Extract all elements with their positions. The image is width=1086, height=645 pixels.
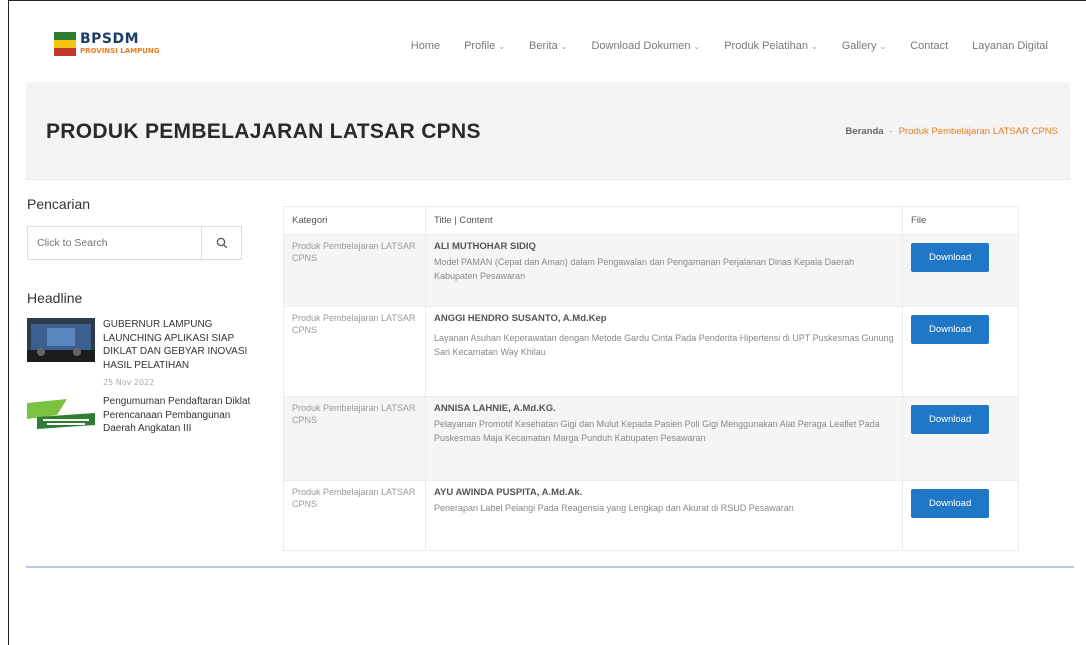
table-row: Produk Pembelajaran LATSAR CPNS AYU AWIN… bbox=[283, 480, 1019, 551]
table-row: Produk Pembelajaran LATSAR CPNS ANGGI HE… bbox=[283, 306, 1019, 397]
row-title: ANGGI HENDRO SUSANTO, A.Md.Kep bbox=[434, 313, 607, 324]
product-table: Kategori Title | Content File Produk Pem… bbox=[283, 206, 1019, 566]
top-navbar: BPSDM PROVINSI LAMPUNG Home Profile ⌄ Ber… bbox=[26, 8, 1070, 82]
news-date: 25 Nov 2022 bbox=[103, 378, 155, 387]
site-logo[interactable]: BPSDM PROVINSI LAMPUNG bbox=[54, 28, 160, 58]
nav-download-dokumen[interactable]: Download Dokumen ⌄ bbox=[579, 40, 712, 52]
nav-produk-pelatihan[interactable]: Produk Pelatihan ⌄ bbox=[712, 40, 829, 52]
search-box bbox=[27, 226, 242, 260]
viewport-bottom-edge bbox=[26, 566, 1074, 568]
nav-home[interactable]: Home bbox=[399, 40, 452, 52]
breadcrumb: Beranda - Produk Pembelajaran LATSAR CPN… bbox=[846, 126, 1058, 137]
download-button[interactable]: Download bbox=[911, 315, 990, 344]
row-content: Penerapan Label Pelangi Pada Reagensia y… bbox=[434, 503, 794, 513]
logo-title: BPSDM bbox=[80, 30, 140, 47]
row-title: AYU AWINDA PUSPITA, A.Md.Ak. bbox=[434, 487, 583, 498]
sidebar: Pencarian Headline GUBERNUR LAMPUNG LAUN… bbox=[27, 196, 257, 562]
page-header: PRODUK PEMBELAJARAN LATSAR CPNS Beranda … bbox=[26, 82, 1070, 180]
row-kategori: Produk Pembelajaran LATSAR CPNS bbox=[283, 306, 426, 397]
table-row: Produk Pembelajaran LATSAR CPNS ALI MUTH… bbox=[283, 234, 1019, 307]
download-button[interactable]: Download bbox=[911, 243, 990, 272]
row-title: ANNISA LAHNIE, A.Md.KG. bbox=[434, 403, 556, 414]
row-content: Pelayanan Promotif Kesehatan Gigi dan Mu… bbox=[434, 419, 880, 443]
nav-layanan-digital[interactable]: Layanan Digital bbox=[960, 40, 1060, 52]
row-kategori: Produk Pembelajaran LATSAR CPNS bbox=[283, 234, 426, 307]
search-input[interactable] bbox=[28, 227, 201, 259]
nav-contact[interactable]: Contact bbox=[898, 40, 960, 52]
nav-berita[interactable]: Berita ⌄ bbox=[517, 40, 579, 52]
breadcrumb-current: Produk Pembelajaran LATSAR CPNS bbox=[898, 126, 1058, 137]
news-item[interactable]: GUBERNUR LAMPUNG LAUNCHING APLIKASI SIAP… bbox=[27, 318, 257, 387]
col-header-file: File bbox=[902, 206, 1019, 235]
chevron-down-icon: ⌄ bbox=[693, 41, 701, 51]
chevron-down-icon: ⌄ bbox=[879, 41, 887, 51]
logo-subtitle: PROVINSI LAMPUNG bbox=[80, 46, 160, 55]
news-thumbnail bbox=[27, 395, 95, 439]
table-row: Produk Pembelajaran LATSAR CPNS ANNISA L… bbox=[283, 396, 1019, 481]
chevron-down-icon: ⌄ bbox=[560, 41, 568, 51]
row-kategori: Produk Pembelajaran LATSAR CPNS bbox=[283, 396, 426, 481]
news-title[interactable]: Pengumuman Pendaftaran Diklat Perencanaa… bbox=[103, 395, 257, 436]
col-header-kategori: Kategori bbox=[283, 206, 426, 235]
breadcrumb-separator: - bbox=[889, 126, 893, 137]
breadcrumb-home[interactable]: Beranda bbox=[846, 126, 884, 137]
main-nav: Home Profile ⌄ Berita ⌄ Download Dokumen ⌄ … bbox=[399, 40, 1060, 52]
nav-profile[interactable]: Profile ⌄ bbox=[452, 40, 517, 52]
col-header-title-content: Title | Content bbox=[425, 206, 903, 235]
chevron-down-icon: ⌄ bbox=[498, 41, 505, 51]
download-button[interactable]: Download bbox=[911, 405, 990, 434]
row-content: Layanan Asuhan Keperawatan dengan Metode… bbox=[434, 333, 894, 357]
download-button[interactable]: Download bbox=[911, 489, 990, 518]
search-button[interactable] bbox=[201, 227, 241, 259]
news-title[interactable]: GUBERNUR LAMPUNG LAUNCHING APLIKASI SIAP… bbox=[103, 318, 257, 372]
news-thumbnail bbox=[27, 318, 95, 362]
chevron-down-icon: ⌄ bbox=[810, 41, 818, 51]
page-title: PRODUK PEMBELAJARAN LATSAR CPNS bbox=[46, 120, 481, 143]
row-kategori: Produk Pembelajaran LATSAR CPNS bbox=[283, 480, 426, 551]
search-heading: Pencarian bbox=[27, 196, 91, 212]
logo-emblem-icon bbox=[54, 28, 76, 58]
search-icon bbox=[216, 237, 227, 249]
row-title: ALI MUTHOHAR SIDIQ bbox=[434, 241, 536, 252]
nav-gallery[interactable]: Gallery ⌄ bbox=[830, 40, 899, 52]
news-item[interactable]: Pengumuman Pendaftaran Diklat Perencanaa… bbox=[27, 395, 257, 439]
row-content: Model PAMAN (Cepat dan Aman) dalam Penga… bbox=[434, 257, 855, 281]
headline-heading: Headline bbox=[27, 290, 83, 306]
